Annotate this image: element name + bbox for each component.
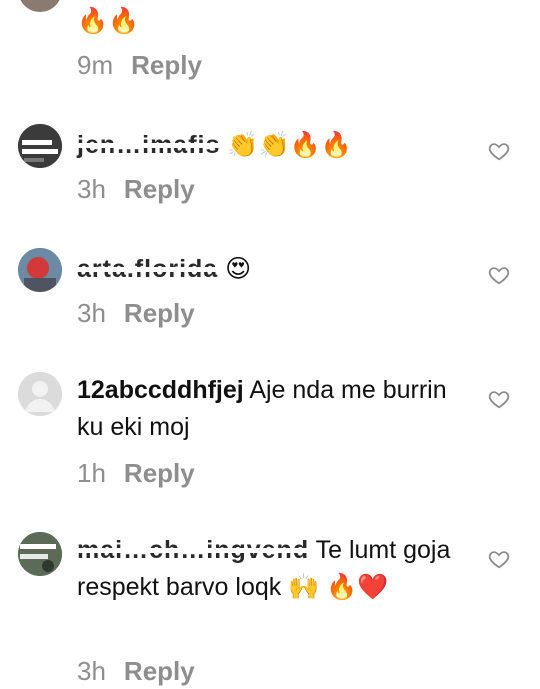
comment-text: mai…ch…ingvend Te lumt goja respekt barv… — [77, 532, 472, 606]
comment-time: 9m — [77, 50, 114, 80]
comment-meta: 3h Reply — [77, 656, 195, 687]
reply-button[interactable]: Reply — [131, 50, 202, 81]
comment-emoji-text: 👏👏🔥🔥 — [227, 130, 352, 159]
comment-username[interactable]: jen…imafis — [77, 131, 220, 159]
comment-meta: 1h Reply — [77, 458, 195, 489]
comment-meta: 9m Reply — [77, 50, 202, 81]
comment-username[interactable]: arta.florida — [77, 255, 218, 283]
comment-time: 3h — [77, 656, 106, 686]
comment-text: 12abccddhfjej Aje nda me burrin ku eki m… — [77, 372, 472, 446]
avatar[interactable] — [18, 532, 62, 576]
comment-text: jen…imafis 👏👏🔥🔥 — [77, 126, 472, 164]
comment-username[interactable]: 12abccddhfjej — [77, 376, 244, 404]
reply-button[interactable]: Reply — [124, 174, 195, 205]
heart-outline-icon[interactable] — [488, 548, 510, 570]
comment-time: 1h — [77, 458, 106, 488]
user-placeholder-icon[interactable] — [18, 372, 62, 416]
comment-meta: 3h Reply — [77, 298, 195, 329]
comment-meta: 3h Reply — [77, 174, 195, 205]
avatar[interactable] — [18, 0, 62, 12]
comment-emoji-text: 😍 — [225, 254, 252, 283]
heart-outline-icon[interactable] — [488, 264, 510, 286]
comment-time: 3h — [77, 298, 106, 328]
reply-button[interactable]: Reply — [124, 458, 195, 489]
avatar[interactable] — [18, 248, 62, 292]
heart-outline-icon[interactable] — [488, 388, 510, 410]
reply-button[interactable]: Reply — [124, 656, 195, 687]
avatar[interactable] — [18, 124, 62, 168]
heart-outline-icon[interactable] — [488, 140, 510, 162]
comment-text: arta.florida 😍 — [77, 250, 472, 288]
reply-button[interactable]: Reply — [124, 298, 195, 329]
comment-username[interactable]: mai…ch…ingvend — [77, 536, 309, 564]
comment-text: 🔥🔥 — [77, 2, 472, 40]
comment-time: 3h — [77, 174, 106, 204]
comment-emoji-text: 🔥🔥 — [77, 6, 140, 35]
